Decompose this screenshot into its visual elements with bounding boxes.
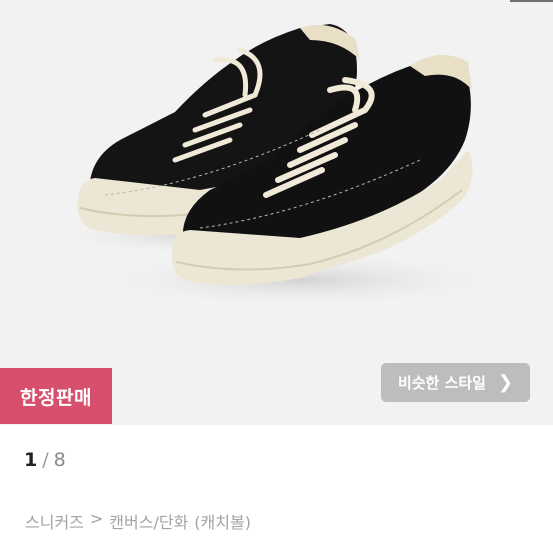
pagination-current: 1 [24, 449, 38, 471]
breadcrumb-brand[interactable]: (캐치볼) [194, 509, 251, 533]
limited-sale-badge: 한정판매 [0, 368, 112, 424]
sneakers-illustration [50, 24, 510, 308]
top-divider [510, 0, 553, 2]
similar-style-label: 비슷한 스타일 [397, 374, 486, 392]
pagination-separator: / [42, 449, 49, 471]
badge-label: 한정판매 [20, 386, 92, 409]
breadcrumb-separator: > [89, 509, 104, 528]
breadcrumb-category-canvas[interactable]: 캔버스/단화 [109, 509, 188, 533]
image-pagination: 1/8 [24, 449, 66, 471]
pagination-total: 8 [53, 449, 66, 471]
breadcrumb-category-sneakers[interactable]: 스니커즈 [25, 509, 84, 533]
breadcrumb: 스니커즈 > 캔버스/단화 (캐치볼) [25, 509, 251, 533]
product-image[interactable] [0, 0, 553, 425]
chevron-right-icon: ❯ [497, 371, 514, 393]
similar-style-button[interactable]: 비슷한 스타일 ❯ [381, 363, 530, 402]
